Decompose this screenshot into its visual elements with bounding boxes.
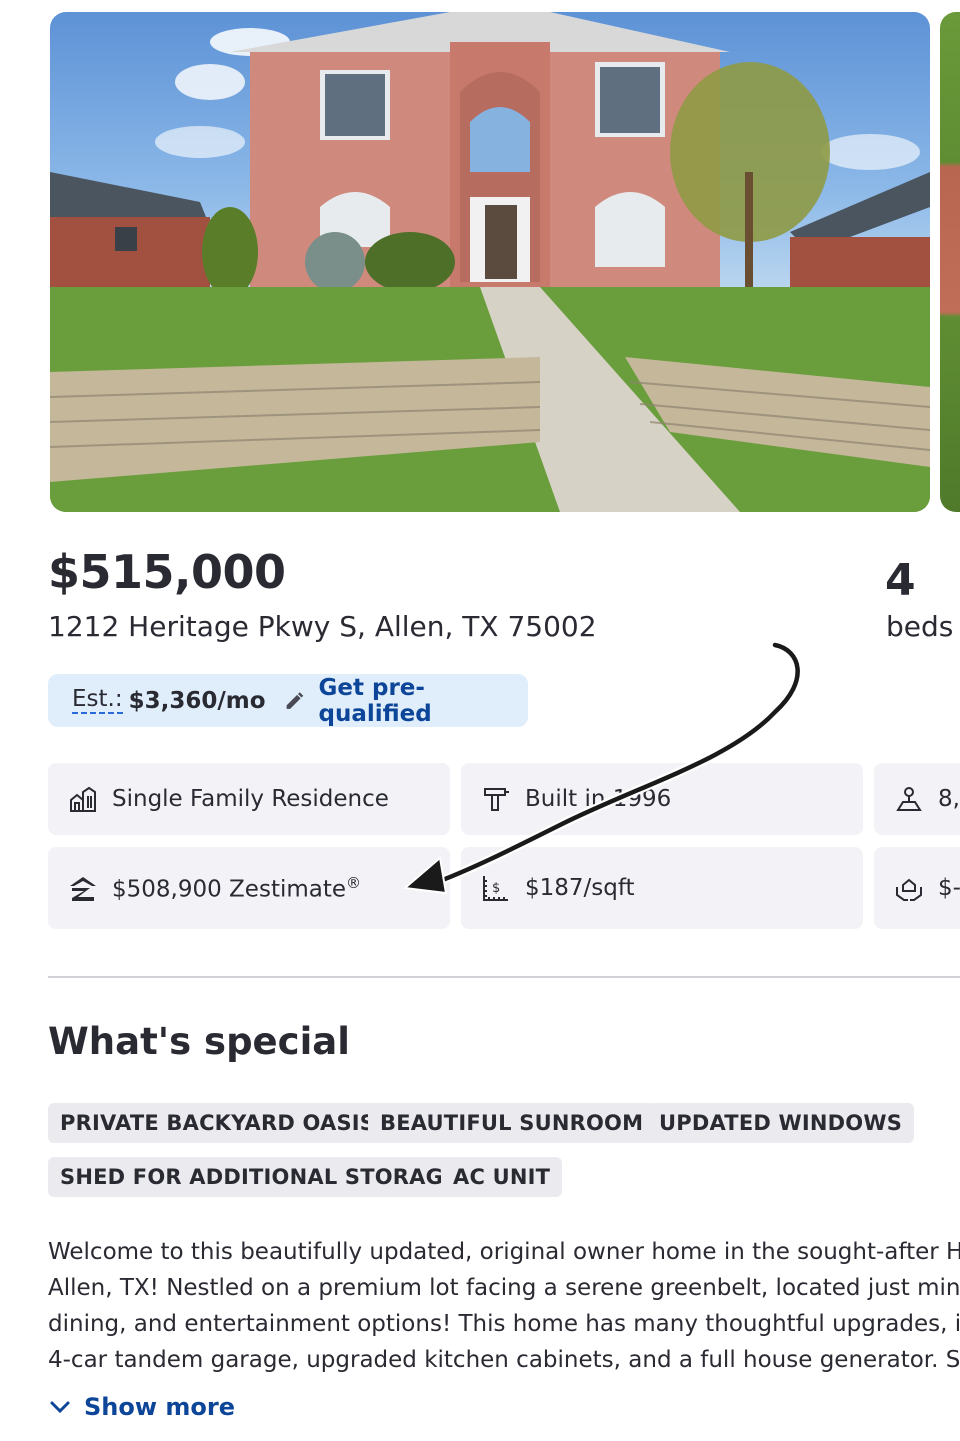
fact-hoa: $- bbox=[874, 847, 960, 929]
description-line: Welcome to this beautifully updated, ori… bbox=[48, 1239, 960, 1265]
listing-photo-next[interactable] bbox=[940, 12, 960, 512]
fact-home-type-text: Single Family Residence bbox=[112, 786, 389, 812]
fact-lot-size: 8,3 bbox=[874, 763, 960, 835]
fact-zestimate-text: $508,900 Zestimate® bbox=[112, 873, 362, 903]
tag-chip: PRIVATE BACKYARD OASIS bbox=[48, 1103, 388, 1143]
tag-chip: SHED FOR ADDITIONAL STORAGE bbox=[48, 1157, 470, 1197]
fact-price-per-sqft-text: $187/sqft bbox=[525, 875, 635, 901]
beds-count: 4 bbox=[885, 555, 916, 606]
show-more-label: Show more bbox=[84, 1393, 235, 1421]
listing-description: Welcome to this beautifully updated, ori… bbox=[48, 1234, 960, 1378]
fact-lot-size-text: 8,3 bbox=[938, 786, 960, 812]
listing-address: 1212 Heritage Pkwy S, Allen, TX 75002 bbox=[48, 610, 597, 643]
listing-page: $515,000 1212 Heritage Pkwy S, Allen, TX… bbox=[0, 0, 960, 1441]
beds-label: beds bbox=[886, 610, 954, 643]
house-photo-illustration bbox=[50, 12, 930, 512]
listing-price: $515,000 bbox=[48, 545, 286, 599]
chevron-down-icon bbox=[50, 1401, 70, 1414]
hammer-icon bbox=[484, 788, 509, 811]
description-line: 4-car tandem garage, upgraded kitchen ca… bbox=[48, 1347, 960, 1373]
fact-price-per-sqft: $ $187/sqft bbox=[461, 847, 863, 929]
monthly-estimate-pill: Est.: $3,360/mo Get pre-qualified bbox=[48, 674, 528, 727]
registered-mark: ® bbox=[346, 873, 362, 892]
hoa-icon bbox=[896, 878, 922, 901]
fact-zestimate[interactable]: $508,900 Zestimate® bbox=[48, 847, 450, 929]
lot-size-icon bbox=[896, 787, 922, 811]
description-line: dining, and entertainment options! This … bbox=[48, 1311, 960, 1337]
zillow-logo-icon bbox=[70, 877, 96, 901]
listing-photo-main[interactable] bbox=[50, 12, 930, 512]
tag-chip: UPDATED WINDOWS bbox=[647, 1103, 915, 1143]
fact-home-type: Single Family Residence bbox=[48, 763, 450, 835]
estimate-label[interactable]: Est.: bbox=[72, 687, 123, 714]
description-line: Allen, TX! Nestled on a premium lot faci… bbox=[48, 1275, 960, 1301]
get-prequalified-link[interactable]: Get pre-qualified bbox=[319, 675, 529, 727]
fact-hoa-text: $- bbox=[938, 875, 960, 901]
tag-chip: AC UNIT bbox=[441, 1157, 563, 1197]
pencil-icon[interactable] bbox=[284, 690, 305, 712]
building-icon bbox=[70, 786, 96, 812]
fact-year-built: Built in 1996 bbox=[461, 763, 863, 835]
fact-year-built-text: Built in 1996 bbox=[525, 786, 672, 812]
price-per-sqft-icon: $ bbox=[483, 876, 508, 901]
whats-special-heading: What's special bbox=[48, 1020, 350, 1063]
show-more-button[interactable]: Show more bbox=[48, 1390, 235, 1424]
section-divider bbox=[48, 976, 960, 978]
svg-text:$: $ bbox=[492, 881, 500, 896]
tag-chip: BEAUTIFUL SUNROOM bbox=[368, 1103, 656, 1143]
estimate-value: $3,360/mo bbox=[128, 687, 266, 714]
